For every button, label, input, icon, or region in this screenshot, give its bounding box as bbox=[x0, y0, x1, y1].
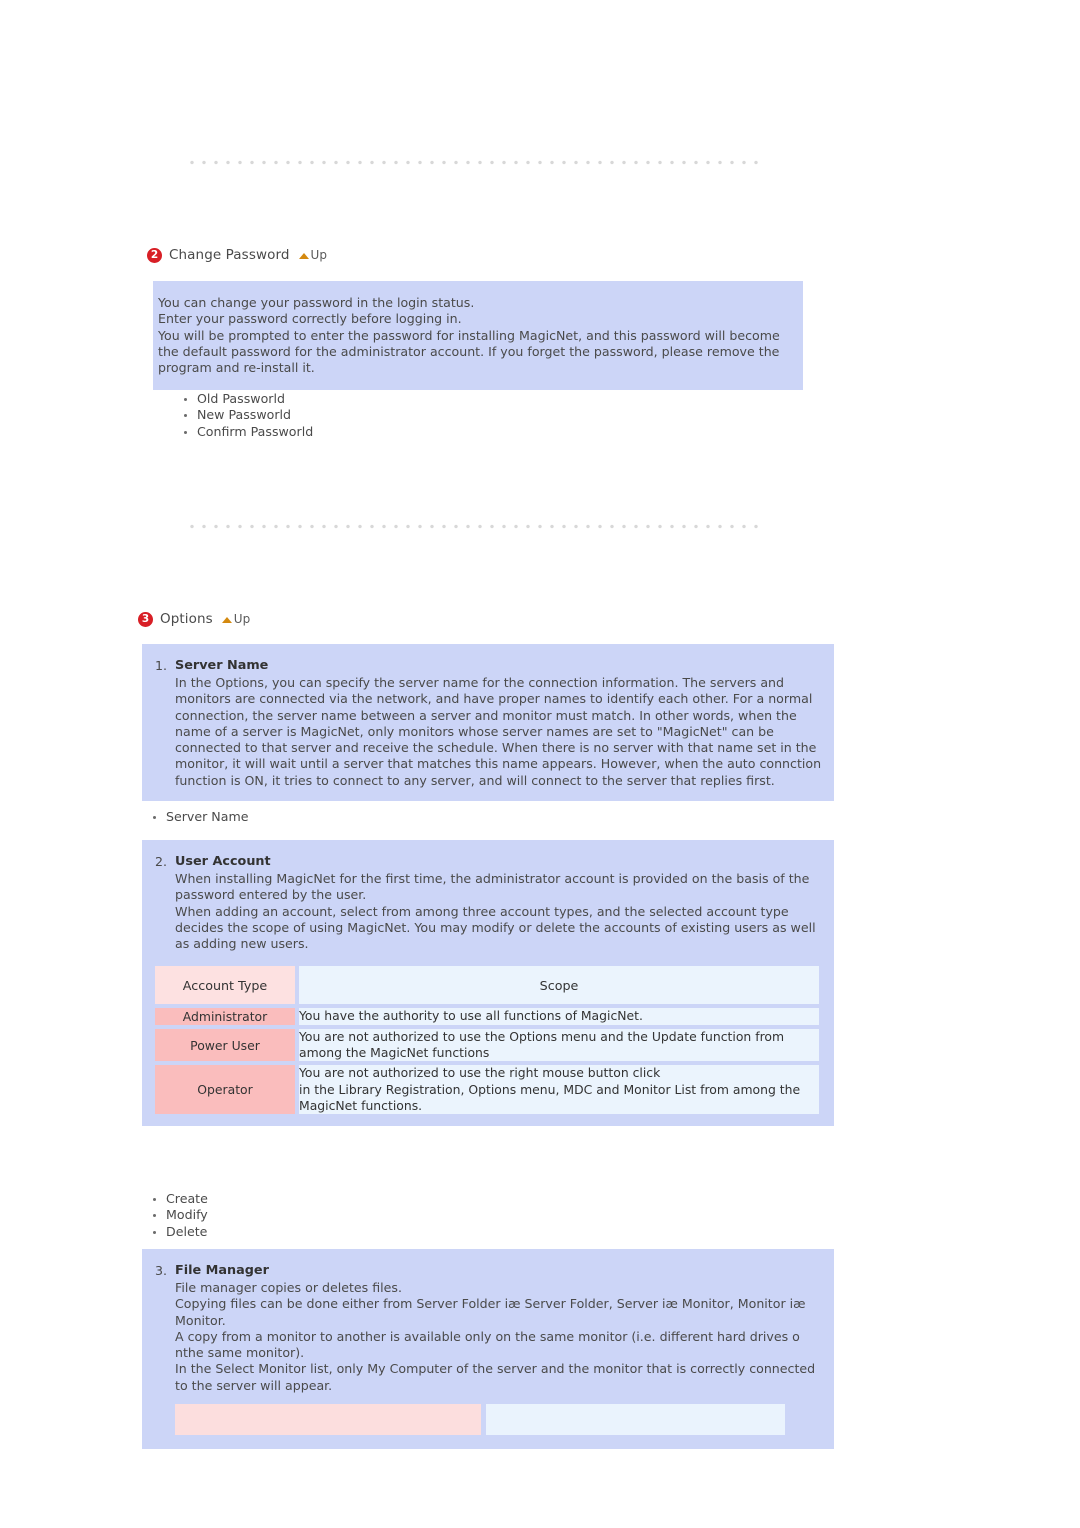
scope-line: among the MagicNet functions bbox=[299, 1045, 490, 1061]
item-number: 3. bbox=[154, 1263, 167, 1278]
info-line: You can change your password in the logi… bbox=[158, 295, 475, 310]
server-name-info-box: 1. Server Name In the Options, you can s… bbox=[142, 644, 834, 802]
item-text: A copy from a monitor to another is avai… bbox=[175, 1328, 800, 1361]
cell-account-type: Operator bbox=[155, 1065, 295, 1115]
up-link-label: Up bbox=[310, 248, 327, 262]
scope-line: in the Library Registration, Options men… bbox=[299, 1081, 801, 1097]
change-password-info-box: You can change your password in the logi… bbox=[153, 281, 803, 391]
document-page: 2 Change Password Up You can change your… bbox=[0, 0, 1080, 1528]
scope-line: You have the authority to use all functi… bbox=[299, 1008, 643, 1024]
cell-scope: You have the authority to use all functi… bbox=[299, 1008, 819, 1025]
list-item: Create bbox=[152, 1191, 208, 1207]
up-link[interactable]: Up bbox=[298, 248, 327, 262]
item-text: Copying files can be done either from Se… bbox=[175, 1296, 806, 1328]
dotted-divider-middle bbox=[186, 524, 762, 529]
section-header-options: 3 Options Up bbox=[138, 611, 250, 627]
item-number: 1. bbox=[154, 658, 167, 673]
section-number-badge: 2 bbox=[147, 247, 162, 263]
info-line: Enter your password correctly before log… bbox=[158, 311, 462, 327]
table-row: Administrator You have the authority to … bbox=[155, 1008, 819, 1025]
list-item: Old Passworld bbox=[183, 391, 313, 407]
item-text: File manager copies or deletes files. bbox=[175, 1280, 402, 1295]
list-item: Modify bbox=[152, 1207, 208, 1223]
account-type-table: Account Type Scope Administrator You hav… bbox=[151, 962, 823, 1118]
triangle-up-icon bbox=[221, 617, 232, 623]
file-manager-swatch-right bbox=[486, 1404, 785, 1436]
item-title: Server Name bbox=[175, 658, 269, 673]
item-title: User Account bbox=[175, 854, 271, 869]
scope-line: You are not authorized to use the right … bbox=[299, 1065, 661, 1081]
item-text: In the Options, you can specify the serv… bbox=[175, 675, 822, 788]
table-row: Power User You are not authorized to use… bbox=[155, 1028, 819, 1062]
list-item: Confirm Passworld bbox=[183, 424, 313, 440]
item-text: In the Select Monitor list, only My Comp… bbox=[175, 1361, 816, 1393]
list-item: New Passworld bbox=[183, 407, 313, 423]
table-header-row: Account Type Scope bbox=[155, 966, 819, 1005]
column-header-scope: Scope bbox=[299, 966, 819, 1005]
file-manager-info-box: 3. File Manager File manager copies or d… bbox=[142, 1249, 834, 1450]
list-item: Delete bbox=[152, 1224, 208, 1240]
cell-scope: You are not authorized to use the right … bbox=[299, 1065, 819, 1115]
up-link[interactable]: Up bbox=[221, 612, 251, 626]
cell-scope: You are not authorized to use the Option… bbox=[299, 1028, 819, 1062]
item-text: When installing MagicNet for the first t… bbox=[175, 871, 810, 903]
scope-line: MagicNet functions. bbox=[299, 1097, 423, 1113]
section-title: Change Password bbox=[169, 247, 290, 263]
server-name-bullet-list: Server Name bbox=[152, 809, 248, 825]
list-item: Server Name bbox=[152, 809, 248, 825]
table-row: Operator You are not authorized to use t… bbox=[155, 1065, 819, 1115]
dotted-divider-top bbox=[186, 160, 762, 165]
file-manager-swatch-row bbox=[151, 1404, 823, 1436]
section-header-change-password: 2 Change Password Up bbox=[147, 247, 327, 263]
section-title: Options bbox=[160, 611, 213, 627]
up-link-label: Up bbox=[233, 612, 251, 626]
triangle-up-icon bbox=[298, 253, 309, 259]
scope-line: You are not authorized to use the Option… bbox=[299, 1028, 785, 1044]
info-line: You will be prompted to enter the passwo… bbox=[158, 327, 780, 376]
item-number: 2. bbox=[154, 854, 167, 869]
item-text: When adding an account, select from amon… bbox=[175, 903, 816, 952]
user-account-info-box: 2. User Account When installing MagicNet… bbox=[142, 840, 834, 1127]
file-manager-swatch-left bbox=[175, 1404, 481, 1436]
user-account-action-list: Create Modify Delete bbox=[152, 1191, 208, 1240]
section-number-badge: 3 bbox=[138, 611, 153, 627]
column-header-account-type: Account Type bbox=[155, 966, 295, 1005]
cell-account-type: Power User bbox=[155, 1028, 295, 1062]
item-title: File Manager bbox=[175, 1263, 269, 1278]
cell-account-type: Administrator bbox=[155, 1008, 295, 1025]
change-password-field-list: Old Passworld New Passworld Confirm Pass… bbox=[183, 391, 313, 440]
